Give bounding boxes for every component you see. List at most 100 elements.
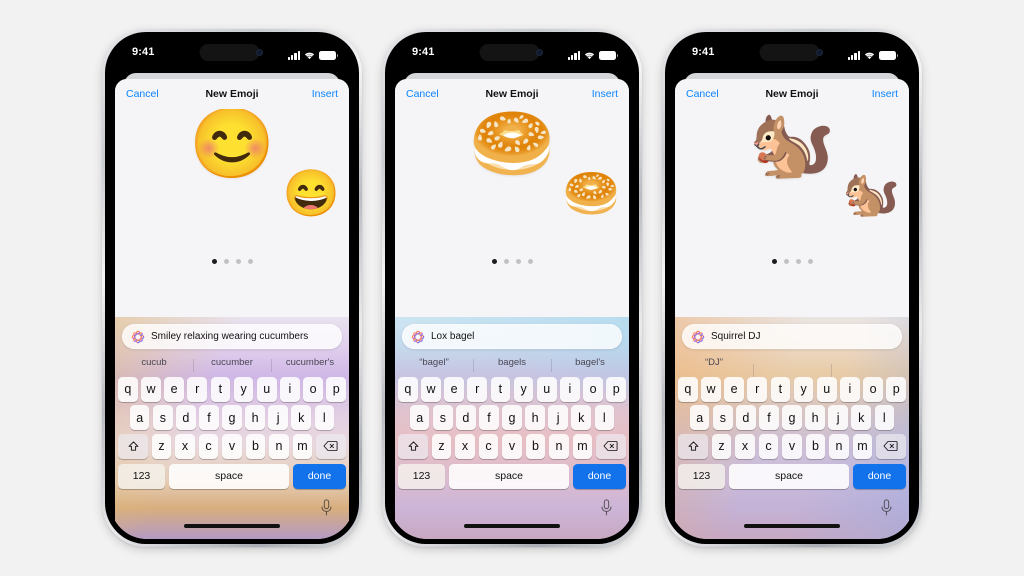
- key-o[interactable]: o: [863, 376, 883, 402]
- page-dot-3[interactable]: [235, 259, 241, 264]
- shift-up-arrow-icon[interactable]: [398, 433, 428, 459]
- prompt-input-text[interactable]: Smiley relaxing wearing cucumbers: [151, 331, 308, 342]
- emoji-preview-canvas[interactable]: 🐿️ 🐿️: [675, 109, 909, 317]
- shift-up-arrow-icon[interactable]: [678, 433, 708, 459]
- key-h[interactable]: h: [805, 405, 825, 430]
- key-w[interactable]: w: [141, 376, 161, 402]
- suggestion-3[interactable]: bagel's: [551, 357, 629, 372]
- suggestion-2[interactable]: cucumber: [193, 357, 271, 372]
- space-key[interactable]: space: [448, 463, 570, 489]
- backspace-delete-icon[interactable]: [875, 433, 906, 459]
- key-q[interactable]: q: [118, 376, 138, 402]
- shift-up-arrow-icon[interactable]: [118, 433, 148, 459]
- key-q[interactable]: q: [398, 376, 418, 402]
- numbers-key[interactable]: 123: [678, 463, 725, 489]
- page-dot-1[interactable]: [491, 259, 497, 264]
- key-g[interactable]: g: [782, 405, 802, 430]
- key-k[interactable]: k: [571, 405, 591, 430]
- key-t[interactable]: t: [770, 376, 791, 402]
- key-k[interactable]: k: [851, 405, 871, 430]
- key-h[interactable]: h: [525, 405, 545, 430]
- page-dot-1[interactable]: [211, 259, 217, 264]
- page-dot-1[interactable]: [771, 259, 777, 264]
- backspace-delete-icon[interactable]: [595, 433, 626, 459]
- key-g[interactable]: g: [222, 405, 242, 430]
- key-u[interactable]: u: [816, 376, 837, 402]
- page-dot-2[interactable]: [223, 259, 229, 264]
- insert-button[interactable]: Insert: [592, 88, 618, 100]
- key-l[interactable]: l: [314, 405, 334, 430]
- key-m[interactable]: m: [572, 433, 593, 459]
- key-i[interactable]: i: [280, 376, 300, 402]
- cancel-button[interactable]: Cancel: [686, 88, 719, 100]
- key-o[interactable]: o: [583, 376, 603, 402]
- key-u[interactable]: u: [536, 376, 557, 402]
- suggestion-3[interactable]: cucumber's: [271, 357, 349, 372]
- key-m[interactable]: m: [292, 433, 313, 459]
- key-t[interactable]: t: [210, 376, 231, 402]
- key-c[interactable]: c: [198, 433, 219, 459]
- key-e[interactable]: e: [724, 376, 744, 402]
- key-r[interactable]: r: [747, 376, 768, 402]
- microphone-icon[interactable]: [320, 498, 333, 516]
- backspace-delete-icon[interactable]: [315, 433, 346, 459]
- key-e[interactable]: e: [444, 376, 464, 402]
- page-dots[interactable]: [115, 259, 349, 264]
- key-w[interactable]: w: [421, 376, 441, 402]
- page-dots[interactable]: [395, 259, 629, 264]
- insert-button[interactable]: Insert: [312, 88, 338, 100]
- key-j[interactable]: j: [828, 405, 848, 430]
- key-i[interactable]: i: [560, 376, 580, 402]
- key-f[interactable]: f: [479, 405, 499, 430]
- key-q[interactable]: q: [678, 376, 698, 402]
- key-e[interactable]: e: [164, 376, 184, 402]
- key-x[interactable]: x: [735, 433, 755, 459]
- key-y[interactable]: y: [793, 376, 814, 402]
- key-j[interactable]: j: [548, 405, 568, 430]
- microphone-icon[interactable]: [600, 498, 613, 516]
- key-b[interactable]: b: [245, 433, 266, 459]
- emoji-next-preview[interactable]: 🐿️: [843, 170, 900, 216]
- done-key[interactable]: done: [853, 463, 906, 489]
- page-dot-3[interactable]: [515, 259, 521, 264]
- emoji-next-preview[interactable]: 😄: [283, 170, 340, 216]
- key-o[interactable]: o: [303, 376, 323, 402]
- key-i[interactable]: i: [840, 376, 860, 402]
- page-dot-3[interactable]: [795, 259, 801, 264]
- key-d[interactable]: d: [176, 405, 196, 430]
- prompt-input-text[interactable]: Lox bagel: [431, 331, 474, 342]
- key-l[interactable]: l: [594, 405, 614, 430]
- key-z[interactable]: z: [711, 433, 732, 459]
- emoji-main-preview[interactable]: 🥯: [469, 109, 555, 178]
- done-key[interactable]: done: [573, 463, 626, 489]
- key-j[interactable]: j: [268, 405, 288, 430]
- key-y[interactable]: y: [233, 376, 254, 402]
- key-u[interactable]: u: [256, 376, 277, 402]
- key-n[interactable]: n: [549, 433, 569, 459]
- key-b[interactable]: b: [805, 433, 826, 459]
- page-dot-4[interactable]: [247, 259, 253, 264]
- suggestion-1[interactable]: “DJ”: [675, 357, 753, 368]
- page-dots[interactable]: [675, 259, 909, 264]
- numbers-key[interactable]: 123: [118, 463, 165, 489]
- key-w[interactable]: w: [701, 376, 721, 402]
- key-p[interactable]: p: [326, 376, 346, 402]
- key-d[interactable]: d: [456, 405, 476, 430]
- emoji-preview-canvas[interactable]: 😊 😄: [115, 109, 349, 317]
- numbers-key[interactable]: 123: [398, 463, 445, 489]
- key-v[interactable]: v: [222, 433, 242, 459]
- key-v[interactable]: v: [502, 433, 522, 459]
- key-k[interactable]: k: [291, 405, 311, 430]
- emoji-next-preview[interactable]: 🥯: [563, 170, 620, 216]
- key-c[interactable]: c: [758, 433, 779, 459]
- insert-button[interactable]: Insert: [872, 88, 898, 100]
- key-n[interactable]: n: [829, 433, 849, 459]
- key-a[interactable]: a: [130, 405, 150, 430]
- emoji-prompt-field[interactable]: Squirrel DJ: [682, 324, 902, 349]
- key-z[interactable]: z: [151, 433, 172, 459]
- key-y[interactable]: y: [513, 376, 534, 402]
- key-z[interactable]: z: [431, 433, 452, 459]
- key-b[interactable]: b: [525, 433, 546, 459]
- key-h[interactable]: h: [245, 405, 265, 430]
- space-key[interactable]: space: [168, 463, 290, 489]
